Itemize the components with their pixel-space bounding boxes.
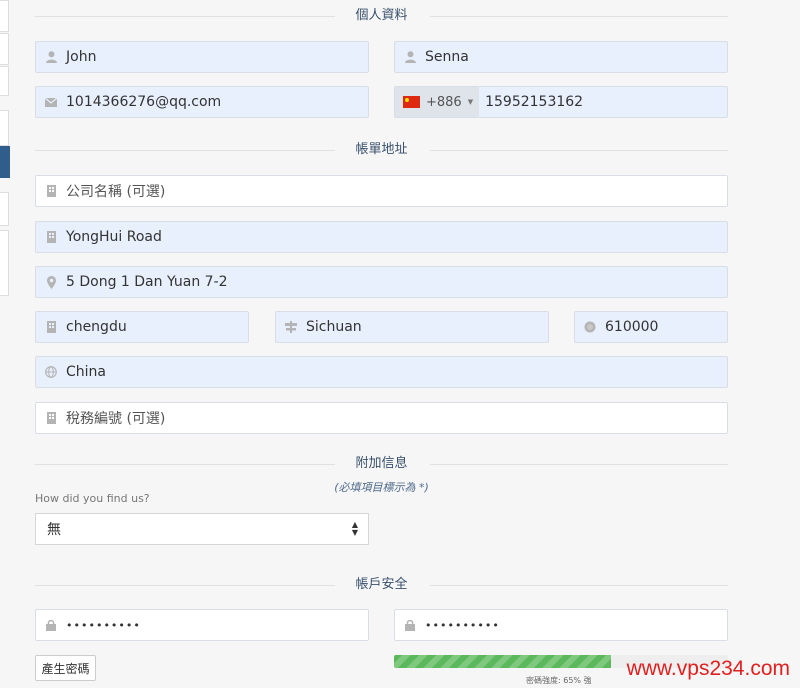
state-field[interactable]: Sichuan (275, 311, 549, 343)
tax-id-placeholder: 稅務編號 (可選) (66, 411, 166, 427)
section-personal-label: 個人資料 (355, 8, 408, 23)
find-us-label: How did you find us? (35, 492, 150, 505)
first-name-field[interactable]: John (35, 41, 369, 73)
confirm-password-field[interactable]: •••••••••• (394, 609, 728, 641)
building-icon (36, 231, 66, 243)
tax-id-field[interactable]: 稅務編號 (可選) (35, 402, 728, 434)
last-name-value: Senna (425, 49, 469, 65)
sidebar-edge-item (0, 110, 9, 146)
user-icon (395, 51, 425, 63)
sidebar-edge-item (0, 0, 9, 32)
watermark: www.vps234.com (626, 657, 790, 680)
certificate-icon (575, 321, 605, 333)
section-security-title: 帳戶安全 (35, 576, 728, 596)
map-marker-icon (36, 275, 66, 289)
generate-password-button[interactable]: 產生密碼 (35, 655, 96, 681)
phone-field[interactable]: +886 ▼ 15952153162 (394, 86, 728, 118)
postcode-field[interactable]: 610000 (574, 311, 728, 343)
globe-icon (36, 366, 66, 378)
country-field[interactable]: China (35, 356, 728, 388)
email-value: 1014366276@qq.com (66, 94, 222, 110)
phone-value: 15952153162 (485, 94, 584, 110)
sidebar-edge (0, 0, 10, 688)
sidebar-edge-item (0, 230, 9, 296)
signpost-icon (276, 321, 306, 333)
postcode-value: 610000 (605, 319, 659, 335)
section-additional-label: 附加信息 (355, 456, 408, 471)
sidebar-edge-item (0, 33, 9, 65)
company-name-placeholder: 公司名稱 (可選) (66, 184, 166, 200)
address1-value: YongHui Road (66, 229, 162, 245)
building-icon (36, 321, 66, 333)
address2-field[interactable]: 5 Dong 1 Dan Yuan 7-2 (35, 266, 728, 298)
building-icon (36, 185, 66, 197)
section-security-label: 帳戶安全 (355, 577, 408, 592)
section-billing-title: 帳單地址 (35, 141, 728, 161)
confirm-password-value: •••••••••• (425, 618, 500, 632)
lock-icon (395, 619, 425, 631)
password-strength-label: 密碼強度: 65% 強 (526, 676, 592, 685)
find-us-select[interactable]: 無 ▲ ▼ (35, 513, 369, 545)
email-field[interactable]: 1014366276@qq.com (35, 86, 369, 118)
password-strength-fill (394, 655, 612, 668)
caret-down-icon: ▼ (467, 98, 474, 106)
envelope-icon (36, 97, 66, 107)
find-us-selected: 無 (47, 522, 61, 538)
country-code-selector[interactable]: +886 ▼ (395, 87, 480, 117)
lock-icon (36, 619, 66, 631)
address2-value: 5 Dong 1 Dan Yuan 7-2 (66, 274, 228, 290)
section-billing-label: 帳單地址 (355, 142, 408, 157)
sidebar-edge-item (0, 66, 9, 96)
dial-code: +886 (426, 94, 462, 110)
last-name-field[interactable]: Senna (394, 41, 728, 73)
china-flag-icon (403, 96, 420, 108)
user-icon (36, 51, 66, 63)
country-value: China (66, 364, 106, 380)
address1-field[interactable]: YongHui Road (35, 221, 728, 253)
password-value: •••••••••• (66, 618, 141, 632)
section-personal-title: 個人資料 (35, 7, 728, 27)
sidebar-edge-item (0, 192, 9, 226)
sidebar-edge-active (0, 146, 10, 178)
state-value: Sichuan (306, 319, 362, 335)
building-icon (36, 412, 66, 424)
select-arrows-icon: ▲ ▼ (351, 520, 358, 537)
city-value: chengdu (66, 319, 127, 335)
section-additional-title: 附加信息 (35, 455, 728, 475)
password-field[interactable]: •••••••••• (35, 609, 369, 641)
first-name-value: John (66, 49, 97, 65)
company-name-field[interactable]: 公司名稱 (可選) (35, 175, 728, 207)
city-field[interactable]: chengdu (35, 311, 249, 343)
